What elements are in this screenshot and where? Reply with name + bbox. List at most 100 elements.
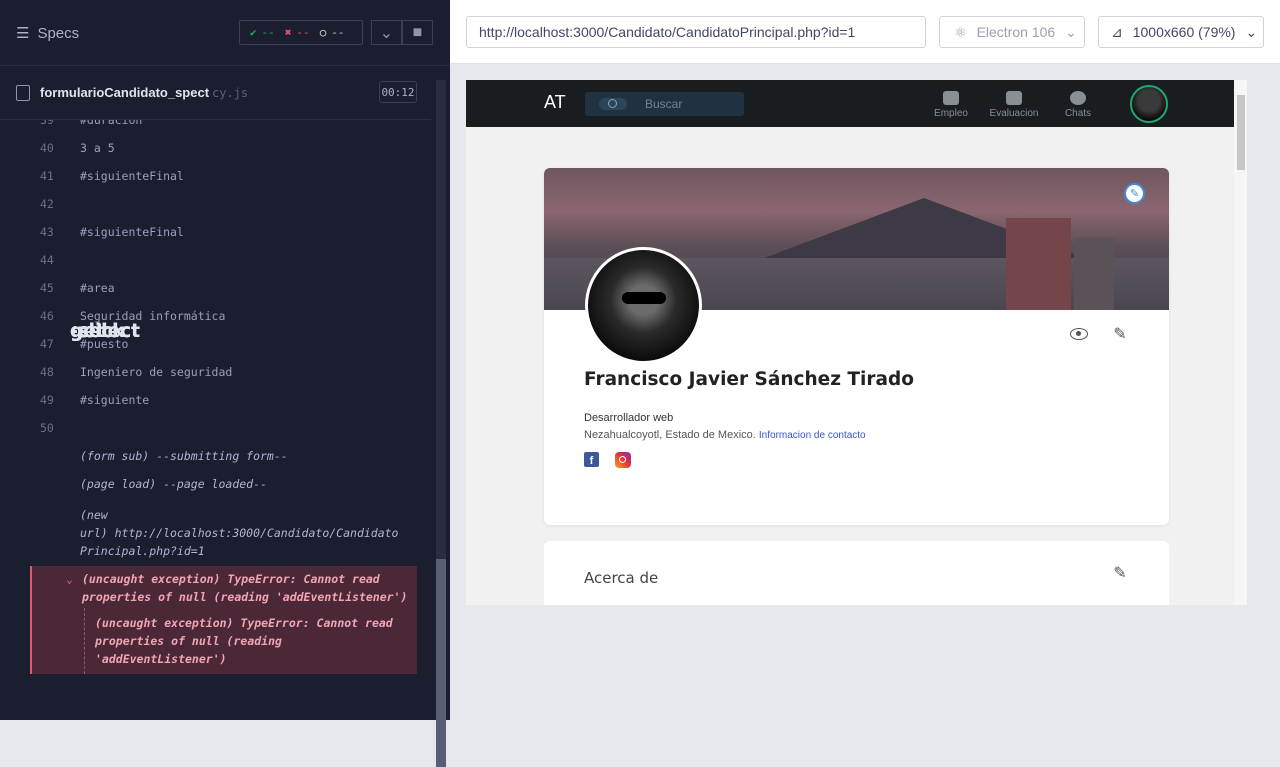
command-log: 39 get #duracion 40 -select 3 a 5 41 get #siguie… [30, 120, 417, 720]
check-icon: ✔ [250, 26, 257, 39]
edit-cover-button[interactable]: ✎ [1124, 183, 1145, 204]
profile-role: Desarrollador web [584, 412, 674, 424]
nav-evaluacion[interactable]: Evaluacion [989, 91, 1039, 119]
line-number: 40 [40, 141, 54, 155]
facebook-icon[interactable]: f [584, 452, 599, 467]
command-name: -click [70, 321, 125, 342]
browser-label: Electron 106 [976, 24, 1056, 40]
command-arg: #siguienteFinal [80, 169, 184, 183]
edit-profile-button[interactable]: ✎ [1111, 325, 1129, 343]
line-number: 43 [40, 225, 54, 239]
chevron-down-icon: ⌄ [379, 24, 394, 42]
nav-chats[interactable]: Chats [1053, 91, 1103, 119]
line-number: 44 [40, 253, 54, 267]
error-line: properties of null (reading 'addEventLis… [82, 590, 408, 604]
failed-count: -- [296, 26, 310, 39]
command-arg: 3 a 5 [80, 141, 115, 155]
command-row[interactable]: 45 get #area [30, 274, 417, 342]
passed-count: -- [261, 26, 275, 39]
contact-info-link[interactable]: Informacion de contacto [759, 430, 866, 441]
error-detail-line: (uncaught exception) TypeError: Cannot r… [95, 616, 393, 630]
command-arg: #duracion [80, 120, 143, 127]
photo-glasses [622, 292, 666, 304]
line-number: 42 [40, 197, 54, 211]
eye-icon[interactable] [1070, 328, 1088, 340]
pencil-icon: ✎ [1129, 188, 1140, 200]
command-row[interactable]: 42 -click [30, 190, 417, 342]
pencil-icon: ✎ [1113, 326, 1127, 343]
ruler-icon: ⊿ [1111, 23, 1123, 40]
command-row[interactable]: 39 get #duracion [30, 120, 417, 342]
specs-header: ☰ Specs ✔ -- ✖ -- ○ -- ⌄ ■ [0, 0, 450, 66]
line-number: 49 [40, 393, 54, 407]
scroll-thumb[interactable] [1237, 95, 1245, 170]
new-url-event[interactable]: (new url) http://localhost:3000/Candidat… [30, 498, 417, 560]
briefcase-icon [943, 91, 959, 105]
about-title: Acerca de [584, 569, 659, 587]
command-row[interactable]: 43 get #siguienteFinal [30, 218, 417, 342]
app-navbar: AT Buscar Empleo Evaluacion Chats [466, 80, 1247, 127]
specs-label: Specs [37, 24, 80, 42]
error-detail: (uncaught exception) TypeError: Cannot r… [84, 608, 417, 674]
test-stats: ✔ -- ✖ -- ○ -- [239, 20, 363, 45]
specs-button[interactable]: ☰ Specs [16, 24, 80, 43]
command-row[interactable]: 49 get #siguiente [30, 321, 417, 414]
spinner-icon: ○ [319, 26, 327, 39]
command-log-panel: ☰ Specs ✔ -- ✖ -- ○ -- ⌄ ■ formularioCandid… [0, 0, 450, 767]
browser-selector[interactable]: ⚛ Electron 106 ⌄ [939, 16, 1085, 48]
command-list: 39 get #duracion 40 -select 3 a 5 41 get #siguie… [30, 120, 417, 442]
nav-label: Evaluacion [989, 108, 1039, 119]
user-avatar[interactable] [1130, 85, 1168, 123]
instagram-icon[interactable] [615, 452, 631, 468]
spec-file-row[interactable]: formularioCandidato_spect cy.js 00:12 [0, 66, 431, 120]
page-load-event[interactable]: (page load) --page loaded-- [30, 470, 417, 498]
stop-button[interactable]: ■ [402, 20, 433, 45]
about-card: Acerca de ✎ [544, 541, 1169, 605]
cover-building [1074, 238, 1114, 310]
electron-icon: ⚛ [954, 23, 967, 40]
log-scrollbar[interactable] [433, 66, 447, 767]
spec-file-name: formularioCandidato_spect [40, 85, 210, 100]
new-url-line: Principal.php?id=1 [80, 544, 205, 558]
command-row[interactable]: 50 -click [30, 321, 417, 442]
command-arg: Ingeniero de seguridad [80, 365, 233, 379]
error-block[interactable]: ⌄ (uncaught exception) TypeError: Cannot… [30, 566, 417, 674]
command-row[interactable]: 41 get #siguienteFinal [30, 162, 417, 342]
command-arg: #siguiente [80, 393, 150, 407]
edit-about-button[interactable]: ✎ [1111, 564, 1129, 582]
viewport-selector[interactable]: ⊿ 1000x660 (79%) ⌄ [1098, 16, 1264, 48]
location-text: Nezahualcoyotl, Estado de Mexico. [584, 429, 756, 441]
nav-label: Empleo [934, 108, 968, 119]
duration-badge: 00:12 [379, 81, 417, 103]
form-submit-event[interactable]: (form sub) --submitting form-- [30, 442, 417, 470]
profile-name: Francisco Javier Sánchez Tirado [584, 369, 914, 390]
line-number: 50 [40, 421, 54, 435]
new-url-line: url) http://localhost:3000/Candidato/Can… [80, 526, 399, 540]
cover-building [1006, 218, 1071, 310]
scroll-thumb[interactable] [436, 559, 446, 767]
chevron-down-icon: ⌄ [1065, 23, 1077, 40]
command-row[interactable]: 48 -select Ingeniero de seguridad [30, 321, 417, 386]
search-placeholder: Buscar [645, 97, 683, 111]
error-detail-line: 'addEventListener') [95, 652, 227, 666]
nav-empleo[interactable]: Empleo [926, 91, 976, 119]
profile-photo [585, 247, 702, 364]
error-header[interactable]: ⌄ (uncaught exception) TypeError: Cannot… [32, 566, 417, 608]
command-arg: #area [80, 281, 115, 295]
pencil-icon: ✎ [1113, 565, 1127, 582]
command-row[interactable]: 40 -select 3 a 5 [30, 134, 417, 342]
failed-stat: ✖ -- [285, 26, 310, 39]
iframe-scrollbar[interactable] [1234, 80, 1247, 605]
command-row[interactable]: 44 -click [30, 246, 417, 342]
file-icon [16, 84, 30, 101]
passed-stat: ✔ -- [250, 26, 275, 39]
error-line: (uncaught exception) TypeError: Cannot r… [82, 572, 380, 586]
app-logo[interactable]: AT [544, 92, 566, 113]
app-iframe: AT Buscar Empleo Evaluacion Chats ✎ ✎ Fr… [466, 80, 1247, 605]
search-bar[interactable]: Buscar [585, 92, 744, 116]
menu-icon: ☰ [16, 25, 30, 42]
command-arg: #siguienteFinal [80, 225, 184, 239]
search-icon [599, 98, 627, 110]
chevron-down-button[interactable]: ⌄ [371, 20, 402, 45]
url-bar[interactable]: http://localhost:3000/Candidato/Candidat… [466, 16, 926, 48]
